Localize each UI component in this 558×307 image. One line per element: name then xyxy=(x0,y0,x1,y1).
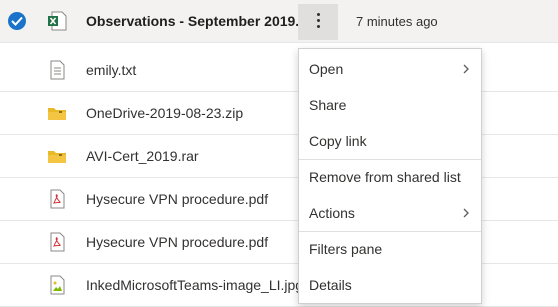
image-file-icon xyxy=(46,274,68,296)
folder-icon xyxy=(46,145,68,167)
menu-item-remove-from-shared-list[interactable]: Remove from shared list xyxy=(299,159,481,195)
chevron-right-icon xyxy=(463,208,469,218)
file-name[interactable]: Observations - September 2019.... xyxy=(86,0,311,43)
file-name[interactable]: Hysecure VPN procedure.pdf xyxy=(86,178,268,221)
menu-item-label: Share xyxy=(309,97,347,113)
menu-item-details[interactable]: Details xyxy=(299,267,481,303)
file-name[interactable]: OneDrive-2019-08-23.zip xyxy=(86,92,243,135)
checkmark-icon[interactable] xyxy=(8,12,26,30)
folder-icon xyxy=(46,102,68,124)
pdf-file-icon xyxy=(46,188,68,210)
menu-item-share[interactable]: Share xyxy=(299,87,481,123)
file-name[interactable]: emily.txt xyxy=(86,49,136,92)
pdf-file-icon xyxy=(46,231,68,253)
menu-item-label: Copy link xyxy=(309,133,367,149)
menu-item-filters-pane[interactable]: Filters pane xyxy=(299,231,481,267)
menu-item-label: Open xyxy=(309,61,344,77)
file-name[interactable]: InkedMicrosoftTeams-image_LI.jpg xyxy=(86,264,303,307)
menu-item-copy-link[interactable]: Copy link xyxy=(299,123,481,159)
chevron-right-icon xyxy=(463,64,469,74)
excel-file-icon xyxy=(46,10,68,32)
text-file-icon xyxy=(46,59,68,81)
ellipsis-vertical-icon xyxy=(315,13,321,31)
menu-item-label: Details xyxy=(309,277,352,293)
menu-item-label: Remove from shared list xyxy=(309,169,461,185)
file-name[interactable]: Hysecure VPN procedure.pdf xyxy=(86,221,268,264)
more-options-button[interactable] xyxy=(298,4,338,40)
menu-item-actions[interactable]: Actions xyxy=(299,195,481,231)
menu-item-open[interactable]: Open xyxy=(299,51,481,87)
menu-item-label: Actions xyxy=(309,205,355,221)
context-menu: Open Share Copy link Remove from shared … xyxy=(298,48,482,304)
file-row-selected[interactable]: Observations - September 2019.... 7 minu… xyxy=(0,0,558,43)
file-name[interactable]: AVI-Cert_2019.rar xyxy=(86,135,199,178)
modified-time: 7 minutes ago xyxy=(356,14,438,29)
file-list-view: Observations - September 2019.... 7 minu… xyxy=(0,0,558,307)
menu-item-label: Filters pane xyxy=(309,241,383,257)
